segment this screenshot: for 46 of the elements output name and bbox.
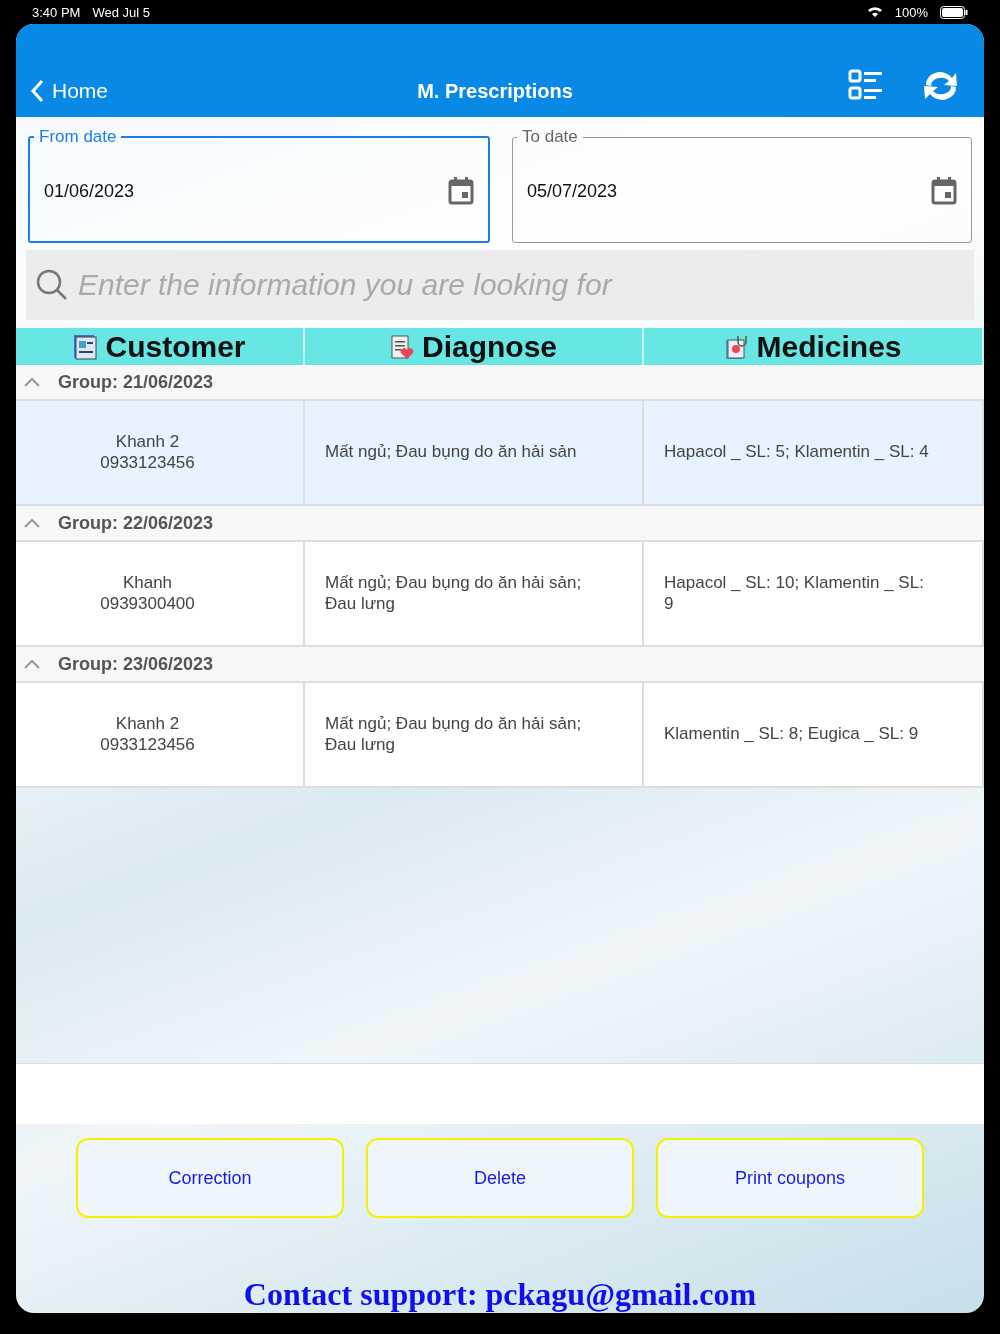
group-header[interactable]: Group: 22/06/2023 bbox=[16, 506, 984, 542]
refresh-icon[interactable] bbox=[922, 69, 960, 103]
customer-name: Khanh 2 bbox=[115, 714, 180, 735]
status-date: Wed Jul 5 bbox=[92, 4, 150, 20]
medicines-text: Hapacol _ SL: 10; Klamentin _ SL: 9 bbox=[664, 573, 925, 614]
chevron-up-icon bbox=[24, 518, 40, 528]
list-icon[interactable] bbox=[848, 69, 884, 101]
diagnosis-text: Mất ngủ; Đau bụng do ăn hải sản; Đau lưng bbox=[325, 714, 583, 755]
table-row[interactable]: Khanh 2 0933123456 Mất ngủ; Đau bụng do ăn hải sản; Đau lưng Klamentin _ SL: 8; Eugica _ SL: 9 bbox=[16, 683, 984, 788]
customer-name: Khanh 2 bbox=[115, 432, 180, 453]
diagnosis-text: Mất ngủ; Đau bụng do ăn hải sản; Đau lưng bbox=[325, 573, 583, 614]
group-label: Group: 21/06/2023 bbox=[58, 371, 214, 393]
table-row[interactable]: Khanh 2 0933123456 Mất ngủ; Đau bụng do ăn hải sản Hapacol _ SL: 5; Klamentin _ SL: 4 bbox=[16, 401, 984, 506]
action-button[interactable]: Delete bbox=[366, 1138, 634, 1218]
phone-number: 0933123456 bbox=[100, 452, 195, 473]
chevron-up-icon bbox=[24, 659, 40, 669]
customer-name: Khanh bbox=[122, 573, 173, 594]
battery-percent: 100% bbox=[894, 4, 928, 20]
status-time: 3:40 PM bbox=[32, 4, 81, 20]
id-card-icon bbox=[73, 333, 98, 360]
back-button[interactable]: Home bbox=[30, 79, 230, 103]
calendar-icon[interactable] bbox=[448, 177, 474, 205]
phone-number: 0933123456 bbox=[100, 734, 195, 755]
medical-book-icon bbox=[724, 333, 749, 360]
date-field[interactable]: To date 05/07/2023 bbox=[512, 127, 972, 243]
group-label: Group: 23/06/2023 bbox=[58, 653, 214, 675]
phone-number: 0939300400 bbox=[100, 593, 195, 614]
chevron-left-icon bbox=[30, 79, 44, 103]
search-field[interactable]: Enter the information you are looking for bbox=[26, 250, 974, 320]
contact-support: Contact support: pckagu@gmail.com bbox=[242, 1276, 758, 1313]
table-row[interactable]: Khanh 0939300400 Mất ngủ; Đau bụng do ăn hải sản; Đau lưng Hapacol _ SL: 10; Klamentin _ SL: 9 bbox=[16, 542, 984, 647]
action-button[interactable]: Print coupons bbox=[656, 1138, 924, 1218]
group-label: Group: 22/06/2023 bbox=[58, 512, 214, 534]
action-button[interactable]: Correction bbox=[76, 1138, 344, 1218]
clipboard-heart-icon bbox=[390, 333, 414, 360]
medicines-text: Klamentin _ SL: 8; Eugica _ SL: 9 bbox=[664, 724, 919, 745]
group-header[interactable]: Group: 21/06/2023 bbox=[16, 365, 984, 401]
diagnosis-text: Mất ngủ; Đau bụng do ăn hải sản bbox=[325, 442, 577, 463]
medicines-text: Hapacol _ SL: 5; Klamentin _ SL: 4 bbox=[664, 442, 929, 463]
date-field[interactable]: From date 01/06/2023 bbox=[28, 127, 490, 243]
group-header[interactable]: Group: 23/06/2023 bbox=[16, 647, 984, 683]
battery-icon bbox=[940, 5, 968, 19]
wifi-icon bbox=[866, 6, 883, 18]
chevron-up-icon bbox=[24, 377, 40, 387]
calendar-icon[interactable] bbox=[931, 177, 957, 205]
screen-title: M. Prescriptions bbox=[416, 80, 574, 103]
